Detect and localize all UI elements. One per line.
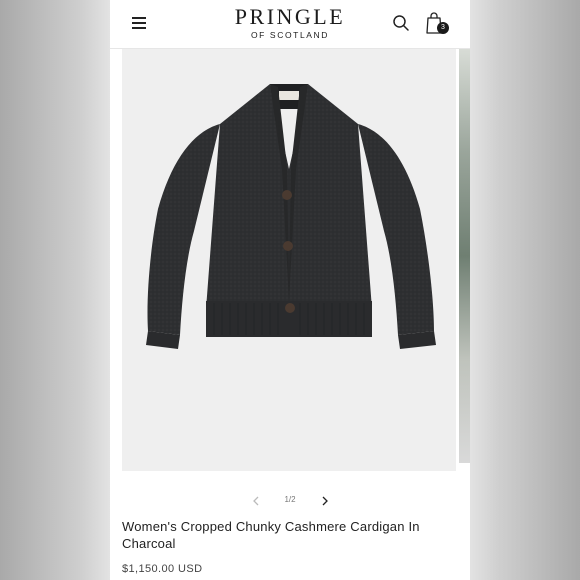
brand-name: PRINGLE (234, 4, 346, 29)
chevron-left-icon (253, 496, 259, 506)
search-icon (393, 15, 409, 31)
next-slide-preview[interactable] (459, 49, 470, 463)
menu-icon-bar (132, 27, 146, 29)
menu-button[interactable] (130, 14, 150, 32)
cart-button[interactable]: 3 (422, 9, 450, 37)
mobile-page: PRINGLE OF SCOTLAND 3 1/2 Women's Croppe… (110, 0, 470, 580)
brand-subtitle: OF SCOTLAND (250, 30, 330, 40)
slide-counter: 1/2 (284, 495, 296, 504)
gallery-slider-controls: 1/2 (110, 490, 470, 512)
search-button[interactable] (391, 13, 411, 33)
cardigan-product-image (146, 84, 436, 349)
site-header: PRINGLE OF SCOTLAND 3 (110, 0, 470, 49)
product-price: $1,150.00 USD (122, 563, 203, 575)
chevron-right-icon (322, 496, 328, 506)
menu-icon-bar (132, 22, 146, 24)
product-image-gallery[interactable] (122, 49, 456, 471)
next-slide-button[interactable] (316, 492, 334, 510)
previous-slide-button[interactable] (247, 492, 265, 510)
product-title: Women's Cropped Chunky Cashmere Cardigan… (122, 519, 420, 551)
cart-count-badge: 3 (437, 22, 449, 34)
brand-logo[interactable]: PRINGLE OF SCOTLAND (205, 6, 375, 41)
menu-icon-bar (132, 17, 146, 19)
